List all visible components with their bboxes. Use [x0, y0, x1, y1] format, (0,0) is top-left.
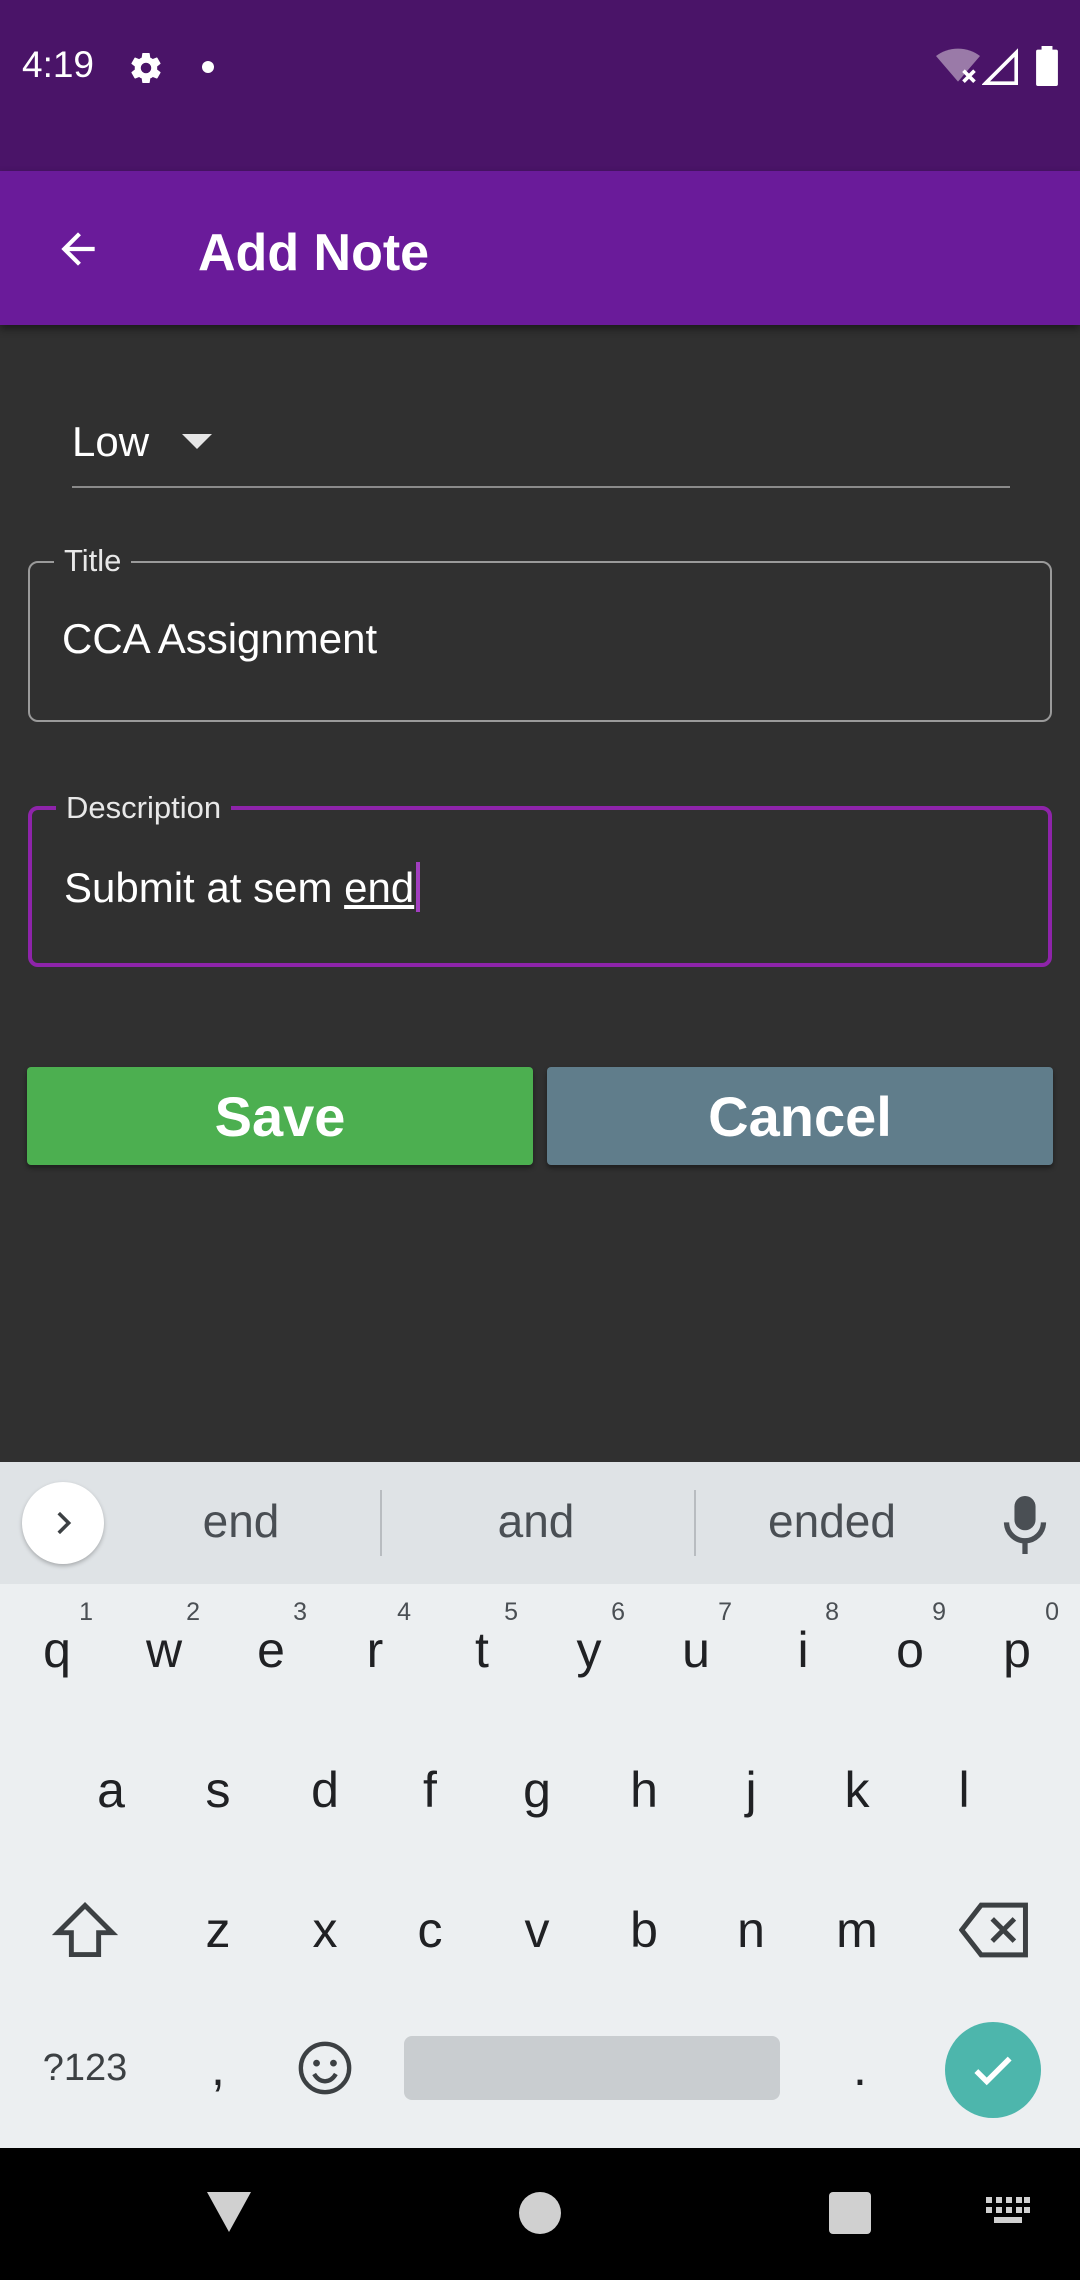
emoji-key[interactable] [275, 2008, 375, 2128]
priority-spinner[interactable]: Low [72, 400, 1010, 488]
comma-key[interactable]: , [168, 2008, 268, 2128]
back-button[interactable] [30, 201, 126, 297]
navigation-bar [0, 2148, 1080, 2280]
wifi-off-icon [936, 48, 980, 83]
cancel-button[interactable]: Cancel [547, 1067, 1053, 1165]
enter-key[interactable] [945, 2022, 1041, 2118]
key-y[interactable]: y6 [539, 1590, 639, 1710]
key-p[interactable]: p0 [967, 1590, 1067, 1710]
priority-value: Low [72, 418, 150, 465]
key-j[interactable]: j [701, 1730, 801, 1850]
emoji-icon [298, 2041, 352, 2095]
key-label: y [576, 1622, 602, 1678]
backspace-key[interactable] [945, 1870, 1045, 1990]
key-a[interactable]: a [61, 1730, 161, 1850]
key-hint: 8 [825, 1598, 839, 1626]
text-cursor [416, 862, 421, 912]
key-m[interactable]: m [807, 1870, 907, 1990]
key-hint: 6 [611, 1598, 625, 1626]
nav-home-icon[interactable] [519, 2192, 561, 2234]
suggestion-3[interactable]: ended [692, 1494, 972, 1548]
key-label: o [896, 1622, 924, 1678]
nav-recents-icon[interactable] [829, 2192, 871, 2234]
key-s[interactable]: s [168, 1730, 268, 1850]
key-hint: 7 [718, 1598, 732, 1626]
title-field-label: Title [54, 541, 132, 581]
page-title: Add Note [198, 224, 430, 282]
app-bar: Add Note [0, 171, 1080, 325]
key-r[interactable]: r4 [325, 1590, 425, 1710]
key-hint: 1 [79, 1598, 93, 1626]
nav-back-icon[interactable] [205, 2190, 253, 2234]
notification-dot-icon [202, 61, 214, 73]
key-l[interactable]: l [914, 1730, 1014, 1850]
gear-icon [131, 53, 161, 84]
symbols-key[interactable]: ?123 [35, 2008, 135, 2128]
key-label: t [475, 1622, 489, 1678]
battery-icon [1036, 46, 1058, 86]
key-label: r [366, 1622, 384, 1678]
key-v[interactable]: v [487, 1870, 587, 1990]
key-h[interactable]: h [594, 1730, 694, 1850]
key-g[interactable]: g [487, 1730, 587, 1850]
suggestion-1[interactable]: end [101, 1494, 381, 1548]
key-n[interactable]: n [701, 1870, 801, 1990]
key-o[interactable]: o9 [860, 1590, 960, 1710]
key-f[interactable]: f [380, 1730, 480, 1850]
microphone-icon[interactable] [1002, 1496, 1048, 1554]
description-field[interactable]: Description Submit at sem end [28, 788, 1052, 967]
cell-signal-icon [982, 48, 1018, 85]
key-hint: 3 [293, 1598, 307, 1626]
shift-key[interactable] [35, 1870, 135, 1990]
description-field-value: Submit at sem end [64, 862, 421, 912]
title-field[interactable]: Title CCA Assignment [28, 541, 1052, 722]
chevron-right-icon [57, 1511, 72, 1535]
composing-word: end [344, 864, 415, 911]
dropdown-arrow-icon [182, 434, 212, 449]
space-key[interactable] [404, 2036, 780, 2100]
key-label: i [797, 1622, 809, 1678]
title-field-value: CCA Assignment [62, 615, 378, 662]
soft-keyboard: end and ended q1 w2 e3 r4 t5 y6 u7 i8 o9… [0, 1462, 1080, 2148]
key-x[interactable]: x [275, 1870, 375, 1990]
check-icon [974, 2056, 1012, 2086]
save-button[interactable]: Save [27, 1067, 533, 1165]
description-text: Submit at sem [64, 864, 345, 911]
period-key[interactable]: . [810, 2008, 910, 2128]
status-bar: 4:19 [0, 0, 1080, 171]
key-c[interactable]: c [380, 1870, 480, 1990]
keyboard-switch-icon[interactable] [986, 2196, 1030, 2226]
key-q[interactable]: q1 [7, 1590, 107, 1710]
key-z[interactable]: z [168, 1870, 268, 1990]
key-k[interactable]: k [807, 1730, 907, 1850]
key-hint: 9 [932, 1598, 946, 1626]
screen: 4:19 Add Note Low Title CCA Assignment D… [0, 0, 1080, 2280]
expand-toolbar-button[interactable] [22, 1482, 104, 1564]
key-label: p [1003, 1622, 1031, 1678]
arrow-back-icon [61, 232, 95, 266]
key-b[interactable]: b [594, 1870, 694, 1990]
key-e[interactable]: e3 [221, 1590, 321, 1710]
key-label: e [257, 1622, 285, 1678]
key-d[interactable]: d [275, 1730, 375, 1850]
key-u[interactable]: u7 [646, 1590, 746, 1710]
key-hint: 2 [186, 1598, 200, 1626]
key-label: w [145, 1622, 183, 1678]
key-hint: 0 [1045, 1598, 1059, 1626]
key-hint: 5 [504, 1598, 518, 1626]
key-t[interactable]: t5 [432, 1590, 532, 1710]
backspace-icon [959, 1902, 1028, 1958]
description-field-label: Description [56, 788, 232, 828]
suggestion-strip: end and ended [0, 1462, 1080, 1584]
key-hint: 4 [397, 1598, 411, 1626]
status-time: 4:19 [22, 44, 95, 85]
suggestion-2[interactable]: and [396, 1494, 676, 1548]
key-label: u [682, 1622, 710, 1678]
key-i[interactable]: i8 [753, 1590, 853, 1710]
key-w[interactable]: w2 [114, 1590, 214, 1710]
suggestion-divider [380, 1490, 382, 1556]
shift-icon [52, 1901, 118, 1957]
key-label: q [43, 1622, 71, 1678]
